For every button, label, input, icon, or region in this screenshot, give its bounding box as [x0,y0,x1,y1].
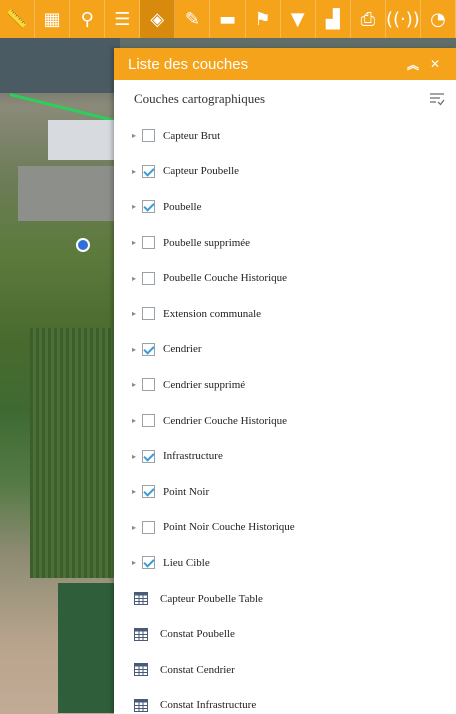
layer-checkbox[interactable] [142,200,155,214]
table-label: Constat Cendrier [160,663,235,676]
table-icon [134,592,148,606]
layer-label: Cendrier Couche Historique [163,414,288,427]
caret-right-icon[interactable]: ▸ [132,274,140,283]
table-item[interactable]: Constat Poubelle [114,616,456,652]
comment-icon[interactable]: ▬ [210,0,246,38]
layer-label: Poubelle Couche Historique [163,272,288,285]
table-list: Capteur Poubelle Table Constat Poubelle Co… [114,581,456,714]
layer-item[interactable]: ▸ Extension communale [114,296,456,332]
ruler-icon[interactable]: 📏 [0,0,36,38]
layer-list-panel: Liste des couches ︽ ✕ Couches cartograph… [114,48,456,714]
caret-right-icon[interactable]: ▸ [132,131,140,140]
map-field [30,328,115,578]
chart-icon[interactable]: ▟ [316,0,351,38]
table-label: Constat Infrastructure [160,699,257,712]
layer-item[interactable]: ▸ Cendrier supprimé [114,367,456,403]
layer-checkbox[interactable] [142,414,155,428]
layer-list: ▸ Capteur Brut ▸ Capteur Poubelle ▸ Poubelle ▸… [114,118,456,581]
section-title: Couches cartographiques [134,91,266,106]
layer-checkbox[interactable] [142,520,155,534]
layer-checkbox[interactable] [142,342,155,356]
layer-item[interactable]: ▸ Infrastructure [114,438,456,474]
panel-title: Liste des couches [128,55,249,73]
filter-icon[interactable]: ▼ [281,0,316,38]
layer-item[interactable]: ▸ Cendrier Couche Historique [114,403,456,439]
list-icon[interactable]: ☰ [105,0,141,38]
table-icon [134,663,148,677]
layer-checkbox[interactable] [142,556,155,570]
map-road [9,93,118,123]
broadcast-icon[interactable]: ((·)) [386,0,421,38]
dashboard-icon[interactable]: ◔ [421,0,456,38]
layer-item[interactable]: ▸ Poubelle Couche Historique [114,260,456,296]
map-parking-lot [18,166,118,221]
caret-right-icon[interactable]: ▸ [132,309,140,318]
layer-checkbox[interactable] [142,164,155,178]
grid-icon[interactable]: ▦ [35,0,71,38]
layer-item[interactable]: ▸ Poubelle [114,189,456,225]
pin-icon[interactable]: ⚑ [246,0,281,38]
layer-checkbox[interactable] [142,236,155,250]
panel-header: Liste des couches ︽ ✕ [114,48,456,80]
layer-checkbox[interactable] [142,449,155,463]
edit-icon[interactable]: ✎ [175,0,211,38]
caret-right-icon[interactable]: ▸ [132,380,140,389]
layer-label: Point Noir Couche Historique [163,521,295,534]
layer-checkbox[interactable] [142,485,155,499]
layer-checkbox[interactable] [142,271,155,285]
table-item[interactable]: Constat Infrastructure [114,688,456,714]
table-item[interactable]: Constat Cendrier [114,652,456,688]
layer-label: Point Noir [163,485,210,498]
caret-right-icon[interactable]: ▸ [132,452,140,461]
close-icon[interactable]: ✕ [424,57,446,71]
caret-right-icon[interactable]: ▸ [132,416,140,425]
caret-right-icon[interactable]: ▸ [132,487,140,496]
caret-right-icon[interactable]: ▸ [132,345,140,354]
street-view-icon[interactable]: ⚲ [70,0,106,38]
layer-item[interactable]: ▸ Point Noir [114,474,456,510]
filter-list-icon[interactable] [428,92,446,106]
layer-label: Poubelle [163,200,202,213]
table-item[interactable]: Capteur Poubelle Table [114,581,456,617]
layer-item[interactable]: ▸ Poubelle supprimée [114,225,456,261]
caret-right-icon[interactable]: ▸ [132,238,140,247]
layer-item[interactable]: ▸ Capteur Brut [114,118,456,154]
layer-item[interactable]: ▸ Lieu Cible [114,545,456,581]
table-label: Capteur Poubelle Table [160,592,263,605]
table-label: Constat Poubelle [160,628,235,641]
table-icon [134,627,148,641]
map-building [48,120,118,160]
toolbar: 📏 ▦ ⚲ ☰ ◈ ✎ ▬ ⚑ ▼ ▟ ⎙ ((·)) ◔ [0,0,456,38]
layer-label: Capteur Brut [163,129,221,142]
layer-label: Cendrier supprimé [163,378,246,391]
layer-item[interactable]: ▸ Capteur Poubelle [114,154,456,190]
layer-label: Capteur Poubelle [163,165,240,178]
caret-right-icon[interactable]: ▸ [132,523,140,532]
layer-item[interactable]: ▸ Point Noir Couche Historique [114,510,456,546]
caret-right-icon[interactable]: ▸ [132,558,140,567]
layer-label: Cendrier [163,343,202,356]
layer-label: Infrastructure [163,450,223,463]
layer-label: Extension communale [163,307,262,320]
caret-right-icon[interactable]: ▸ [132,167,140,176]
table-icon [134,698,148,712]
print-icon[interactable]: ⎙ [351,0,386,38]
layers-icon[interactable]: ◈ [140,0,176,38]
map-water [0,38,120,93]
map-field [58,583,115,713]
map-marker-icon[interactable] [76,238,90,252]
layer-checkbox[interactable] [142,378,155,392]
caret-right-icon[interactable]: ▸ [132,202,140,211]
section-header: Couches cartographiques [114,80,456,118]
collapse-icon[interactable]: ︽ [402,56,424,73]
layer-label: Lieu Cible [163,556,210,569]
layer-item[interactable]: ▸ Cendrier [114,332,456,368]
layer-checkbox[interactable] [142,129,155,143]
layer-label: Poubelle supprimée [163,236,251,249]
layer-checkbox[interactable] [142,307,155,321]
